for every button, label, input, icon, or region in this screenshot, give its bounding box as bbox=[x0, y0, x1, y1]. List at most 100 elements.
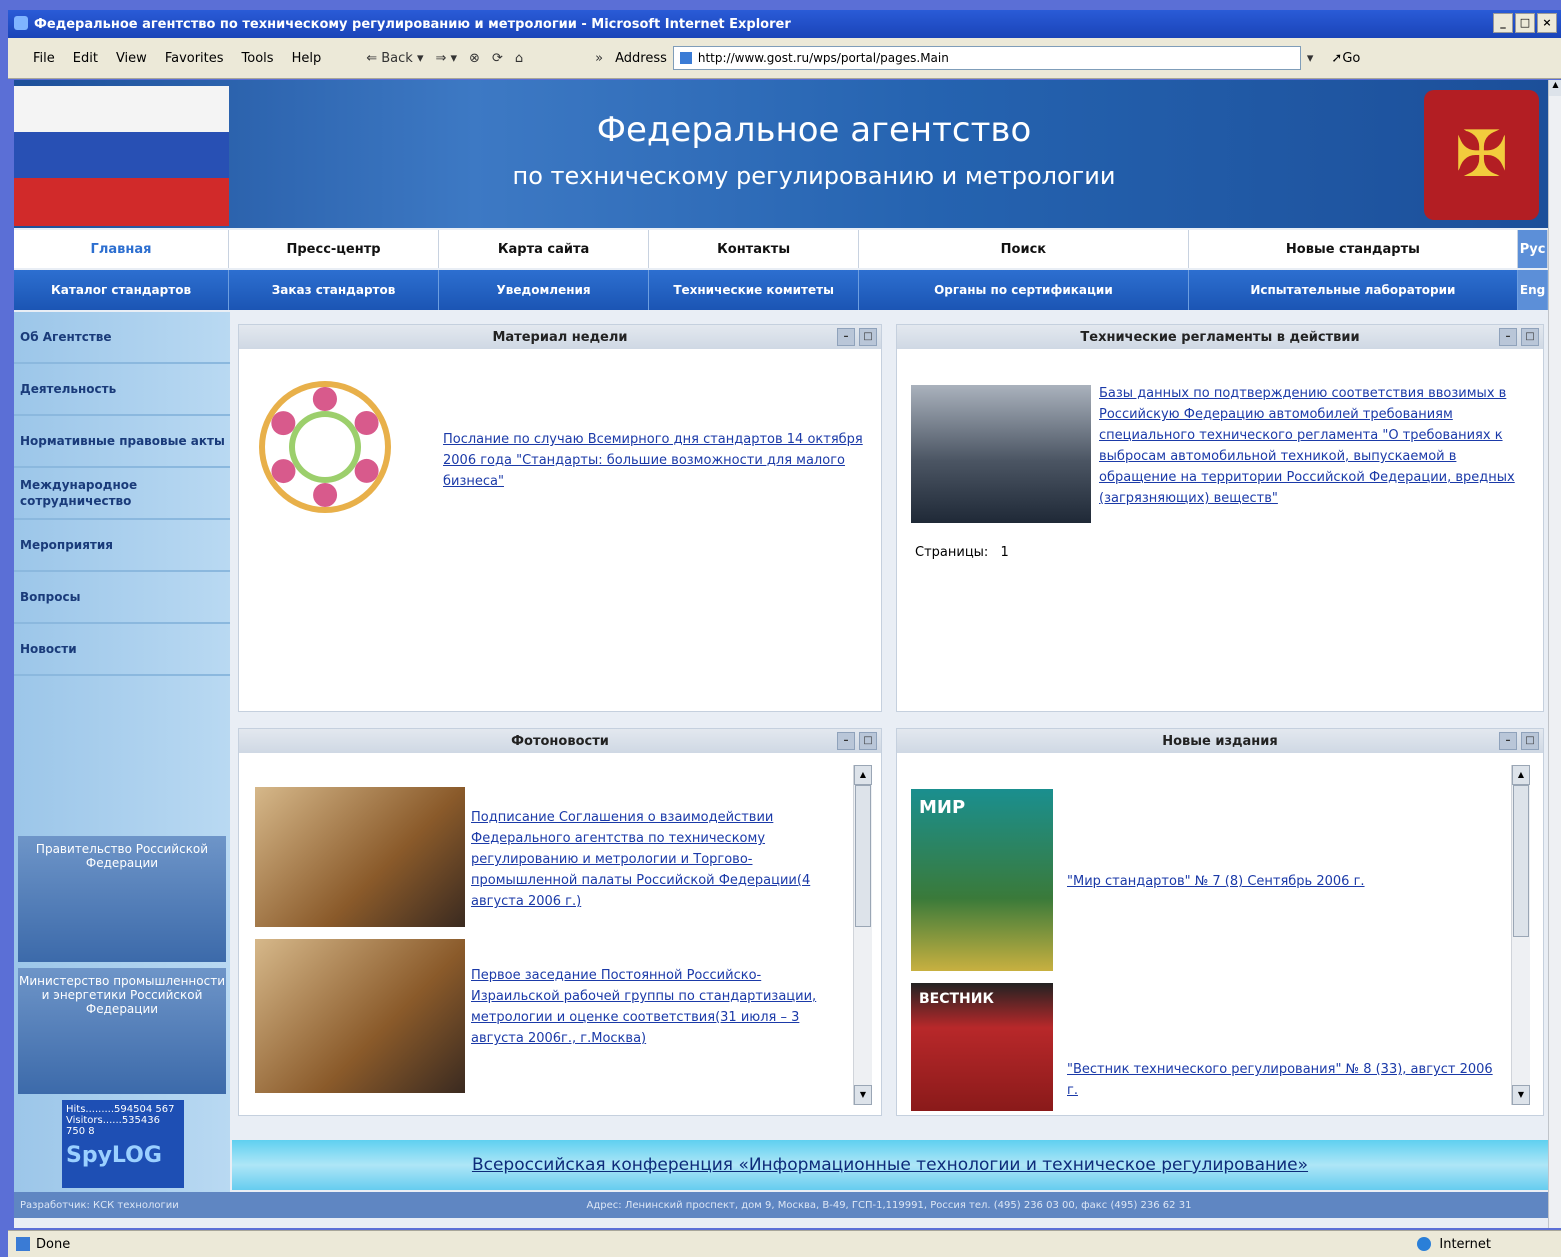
go-button[interactable]: ➚Go bbox=[1331, 51, 1360, 66]
nav-laboratories[interactable]: Испытательные лаборатории bbox=[1189, 270, 1519, 310]
minimize-icon[interactable]: – bbox=[1499, 732, 1517, 750]
maximize-icon[interactable]: □ bbox=[1521, 732, 1539, 750]
nav-tech-committees[interactable]: Технические комитеты bbox=[649, 270, 860, 310]
menu-tools[interactable]: Tools bbox=[233, 51, 283, 66]
nav-search[interactable]: Поиск bbox=[859, 230, 1189, 268]
address-dropdown-icon[interactable]: ▾ bbox=[1301, 51, 1320, 66]
window-title: Федеральное агентство по техническому ре… bbox=[34, 16, 791, 32]
status-bar: Done Internet bbox=[8, 1230, 1561, 1257]
nav-certification[interactable]: Органы по сертификации bbox=[859, 270, 1189, 310]
status-text: Done bbox=[36, 1236, 71, 1252]
government-banner[interactable]: Правительство Российской Федерации bbox=[18, 836, 226, 962]
photonews-scrollbar[interactable]: ▲ ▼ bbox=[853, 765, 872, 1105]
menu-edit[interactable]: Edit bbox=[64, 51, 107, 66]
edition-link-2[interactable]: "Вестник технического регулирования" № 8… bbox=[1067, 1059, 1507, 1101]
nav-press-center[interactable]: Пресс-центр bbox=[229, 230, 440, 268]
scroll-thumb[interactable] bbox=[855, 785, 871, 927]
material-link[interactable]: Послание по случаю Всемирного дня станда… bbox=[443, 429, 863, 492]
scroll-up-icon[interactable]: ▲ bbox=[1549, 80, 1561, 96]
status-page-icon bbox=[16, 1237, 30, 1251]
menu-favorites[interactable]: Favorites bbox=[156, 51, 233, 66]
nav-notifications[interactable]: Уведомления bbox=[439, 270, 650, 310]
magazine-cover-2[interactable]: ВЕСТНИК bbox=[911, 983, 1053, 1111]
conference-banner: Всероссийская конференция «Информационны… bbox=[232, 1140, 1548, 1190]
scroll-down-icon[interactable]: ▼ bbox=[854, 1085, 872, 1105]
sidebar-item-activity[interactable]: Деятельность bbox=[14, 364, 230, 416]
minimize-icon[interactable]: – bbox=[1499, 328, 1517, 346]
regulations-link[interactable]: Базы данных по подтверждению соответстви… bbox=[1099, 383, 1523, 509]
nav-lang-ru[interactable]: Рус bbox=[1518, 230, 1548, 268]
visit-counter[interactable]: Hits.........594504 567 Visitors......53… bbox=[62, 1100, 184, 1188]
address-field[interactable]: http://www.gost.ru/wps/portal/pages.Main bbox=[672, 46, 1301, 70]
nav-catalog[interactable]: Каталог стандартов bbox=[14, 270, 230, 310]
portlet-photonews: Фотоновости – □ Подписание Соглашения о в… bbox=[238, 728, 882, 1116]
menu-toolbar: File Edit View Favorites Tools Help ⇐ Ba… bbox=[8, 38, 1561, 79]
counter-visitors: Visitors......535436 750 8 bbox=[66, 1115, 160, 1137]
web-page: Федеральное агентство по техническому ре… bbox=[14, 80, 1548, 1228]
sidebar-item-events[interactable]: Мероприятия bbox=[14, 520, 230, 572]
scroll-up-icon[interactable]: ▲ bbox=[1512, 765, 1530, 785]
photonews-link-2[interactable]: Первое заседание Постоянной Российско-Из… bbox=[471, 965, 831, 1049]
portlet-editions: Новые издания – □ МИР "Мир стандартов" № … bbox=[896, 728, 1544, 1116]
nav-new-standards[interactable]: Новые стандарты bbox=[1189, 230, 1519, 268]
minimize-icon[interactable]: – bbox=[837, 328, 855, 346]
ministry-banner[interactable]: Министерство промышленности и энергетики… bbox=[18, 968, 226, 1094]
nav-order[interactable]: Заказ стандартов bbox=[229, 270, 440, 310]
home-icon[interactable]: ⌂ bbox=[509, 51, 529, 66]
menu-help[interactable]: Help bbox=[283, 51, 331, 66]
menu-file[interactable]: File bbox=[24, 51, 64, 66]
maximize-icon[interactable]: □ bbox=[1521, 328, 1539, 346]
sidebar-item-about[interactable]: Об Агентстве bbox=[14, 312, 230, 364]
minimize-icon[interactable]: _ bbox=[1493, 13, 1513, 33]
scroll-up-icon[interactable]: ▲ bbox=[854, 765, 872, 785]
portlet-photonews-header: Фотоновости – □ bbox=[239, 729, 881, 753]
forward-icon[interactable]: ⇒ ▾ bbox=[429, 51, 463, 66]
ie-icon bbox=[14, 16, 28, 30]
sidebar: Об Агентстве Деятельность Нормативные пр… bbox=[14, 312, 230, 1192]
sidebar-item-legal-acts[interactable]: Нормативные правовые акты bbox=[14, 416, 230, 468]
go-label: Go bbox=[1342, 50, 1361, 66]
footer-developer[interactable]: Разработчик: КСК технологии bbox=[14, 1200, 230, 1211]
nav-contacts[interactable]: Контакты bbox=[649, 230, 860, 268]
sidebar-item-questions[interactable]: Вопросы bbox=[14, 572, 230, 624]
pager: Страницы: 1 bbox=[915, 545, 1009, 560]
page-scrollbar[interactable]: ▲ bbox=[1548, 80, 1561, 1228]
close-icon[interactable]: × bbox=[1537, 13, 1557, 33]
portlet-material-header: Материал недели – □ bbox=[239, 325, 881, 349]
page-number[interactable]: 1 bbox=[1000, 545, 1008, 560]
back-label: Back bbox=[381, 50, 413, 66]
sidebar-item-cooperation[interactable]: Международное сотрудничество bbox=[14, 468, 230, 520]
stop-icon[interactable]: ⊗ bbox=[463, 51, 486, 66]
scroll-down-icon[interactable]: ▼ bbox=[1512, 1085, 1530, 1105]
address-label: Address bbox=[615, 50, 667, 66]
window-titlebar: Федеральное агентство по техническому ре… bbox=[8, 10, 1561, 38]
car-image[interactable] bbox=[911, 385, 1091, 523]
scroll-thumb[interactable] bbox=[1513, 785, 1529, 937]
news-photo-1[interactable] bbox=[255, 787, 465, 927]
banner-subtitle: по техническому регулированию и метролог… bbox=[512, 162, 1116, 190]
edition-link-1[interactable]: "Мир стандартов" № 7 (8) Сентябрь 2006 г… bbox=[1067, 871, 1487, 892]
nav-main[interactable]: Главная bbox=[14, 230, 230, 268]
editions-scrollbar[interactable]: ▲ ▼ bbox=[1511, 765, 1530, 1105]
sidebar-item-news[interactable]: Новости bbox=[14, 624, 230, 676]
maximize-icon[interactable]: □ bbox=[1515, 13, 1535, 33]
maximize-icon[interactable]: □ bbox=[859, 732, 877, 750]
chevron-more-icon[interactable]: » bbox=[589, 51, 609, 66]
counter-hits: Hits.........594504 567 bbox=[66, 1104, 175, 1115]
nav-lang-en[interactable]: Eng bbox=[1518, 270, 1548, 310]
magazine-1-title: МИР bbox=[919, 797, 966, 818]
minimize-icon[interactable]: – bbox=[837, 732, 855, 750]
nav-site-map[interactable]: Карта сайта bbox=[439, 230, 650, 268]
refresh-icon[interactable]: ⟳ bbox=[486, 51, 509, 66]
globe-icon bbox=[1417, 1237, 1432, 1251]
magazine-cover-1[interactable]: МИР bbox=[911, 789, 1053, 971]
zone-label: Internet bbox=[1439, 1236, 1491, 1252]
spylog-logo: SpyLOG bbox=[66, 1143, 162, 1168]
back-button[interactable]: ⇐ Back ▾ bbox=[360, 51, 429, 66]
conference-link[interactable]: Всероссийская конференция «Информационны… bbox=[472, 1155, 1308, 1175]
news-photo-2[interactable] bbox=[255, 939, 465, 1093]
photonews-link-1[interactable]: Подписание Соглашения о взаимодействии Ф… bbox=[471, 807, 831, 912]
menu-view[interactable]: View bbox=[107, 51, 156, 66]
world-standards-day-image[interactable] bbox=[265, 387, 385, 507]
maximize-icon[interactable]: □ bbox=[859, 328, 877, 346]
